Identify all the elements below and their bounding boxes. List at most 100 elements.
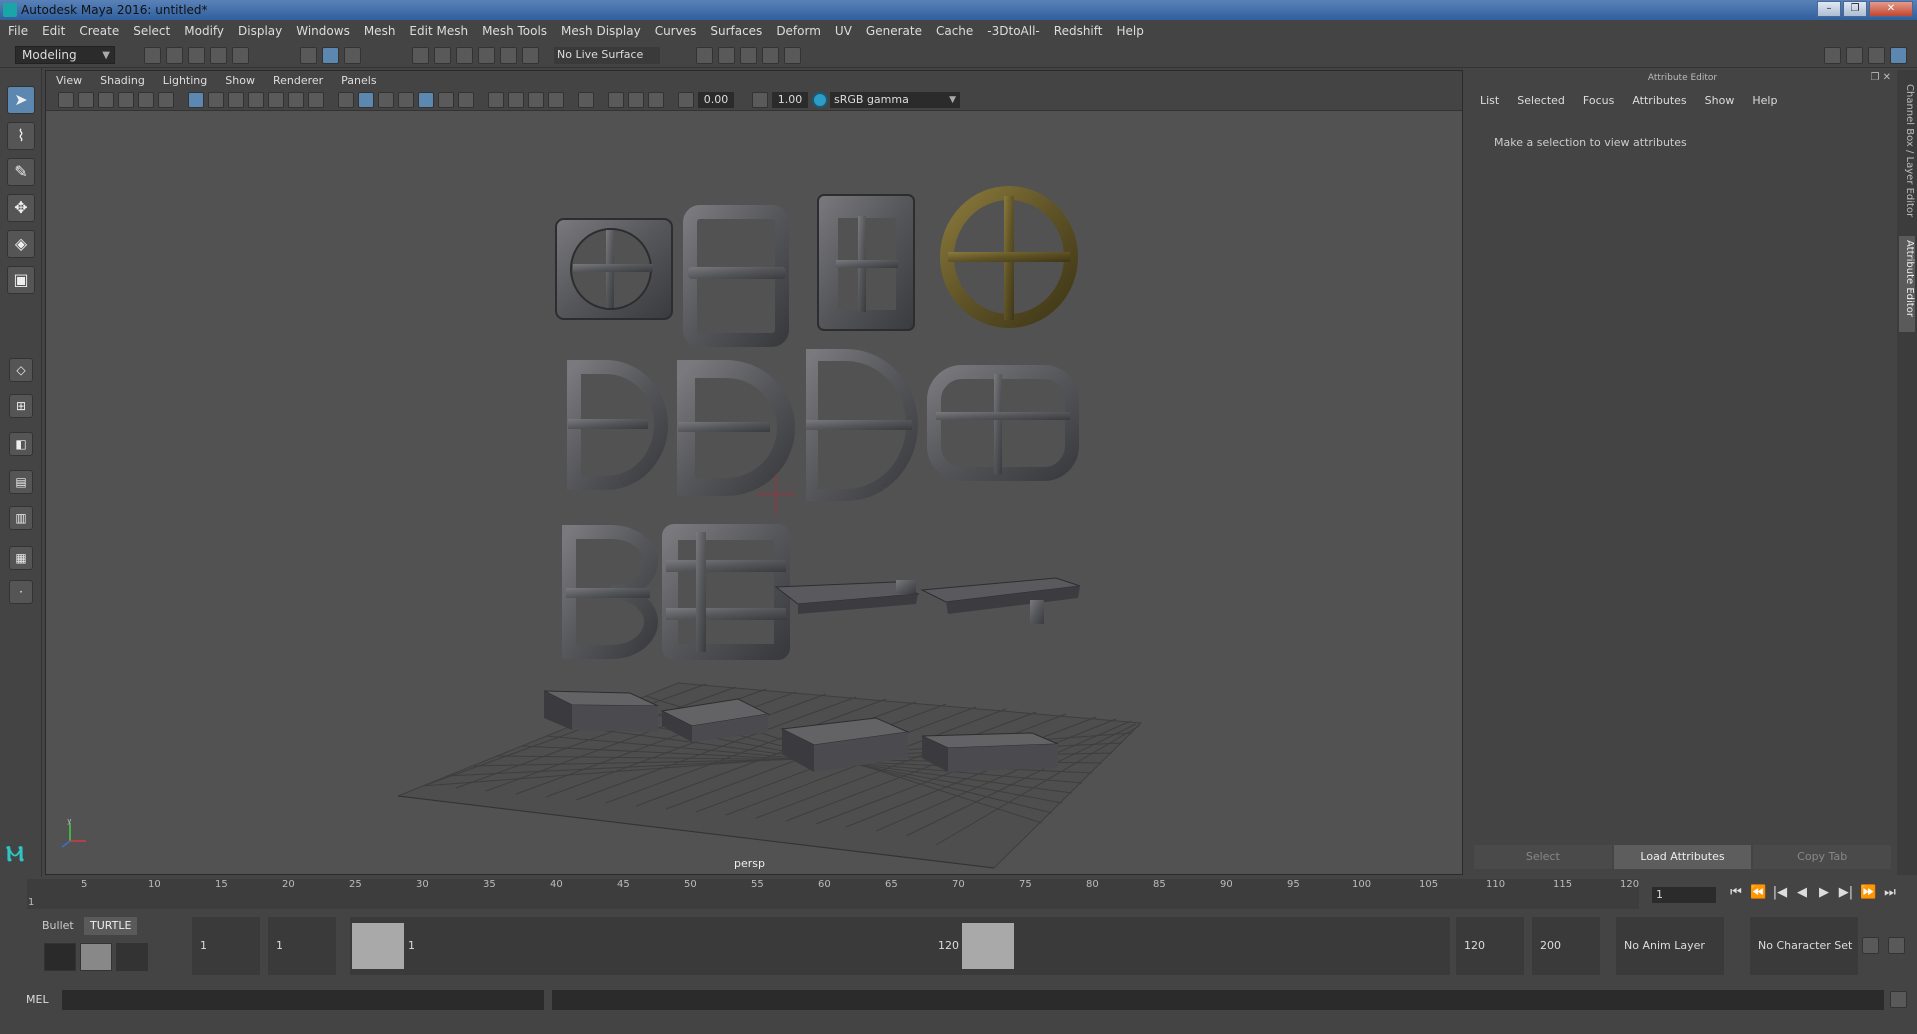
menu-edit[interactable]: Edit: [42, 24, 65, 38]
redo-icon[interactable]: [232, 47, 249, 64]
select-tool-icon[interactable]: ➤: [7, 86, 35, 114]
step-back-key-icon[interactable]: ⏪: [1750, 885, 1766, 900]
depth-of-field-icon[interactable]: [548, 92, 564, 108]
auto-key-icon[interactable]: [1862, 937, 1879, 954]
maximize-button[interactable]: ❐: [1843, 1, 1867, 17]
buckle-plate-box-1[interactable]: [543, 690, 659, 732]
bookmark-icon[interactable]: [98, 92, 114, 108]
grease-pencil-icon[interactable]: [158, 92, 174, 108]
menu-deform[interactable]: Deform: [776, 24, 821, 38]
move-tool-icon[interactable]: ✥: [7, 194, 35, 222]
gate-mask-icon[interactable]: [248, 92, 264, 108]
tool-settings-icon[interactable]: [1868, 47, 1885, 64]
viewport-menu-panels[interactable]: Panels: [341, 74, 376, 87]
snap-vertex-icon[interactable]: [522, 47, 539, 64]
buckle-plate-box-4[interactable]: [921, 732, 1059, 772]
use-all-lights-icon[interactable]: [458, 92, 474, 108]
ae-load-attributes-button[interactable]: Load Attributes: [1613, 845, 1752, 869]
wireframe-icon[interactable]: [338, 92, 354, 108]
snap-point-icon[interactable]: [456, 47, 473, 64]
ae-menu-attributes[interactable]: Attributes: [1632, 94, 1686, 107]
range-slider[interactable]: 1 120: [350, 917, 1450, 975]
viewport-menu-renderer[interactable]: Renderer: [273, 74, 323, 87]
buckle-double-bar[interactable]: [662, 524, 790, 660]
graph-layout-icon[interactable]: ▥: [9, 506, 33, 530]
menu-mesh-tools[interactable]: Mesh Tools: [482, 24, 547, 38]
animation-end-field[interactable]: 200: [1532, 917, 1600, 975]
animation-preferences-icon[interactable]: [1888, 937, 1905, 954]
shelf-tab-bullet[interactable]: Bullet: [36, 917, 80, 935]
ae-select-button[interactable]: Select: [1474, 845, 1612, 869]
buckle-rounded-rect[interactable]: [927, 365, 1079, 481]
menu-3dtoall[interactable]: -3DtoAll-: [987, 24, 1039, 38]
range-end-handle[interactable]: [962, 923, 1014, 969]
film-gate-icon[interactable]: [208, 92, 224, 108]
rotate-tool-icon[interactable]: ◈: [7, 230, 35, 258]
minimize-button[interactable]: –: [1817, 1, 1841, 17]
script-editor-icon[interactable]: [1890, 991, 1907, 1008]
grid-toggle-icon[interactable]: [188, 92, 204, 108]
ae-menu-list[interactable]: List: [1480, 94, 1499, 107]
render-frame-icon[interactable]: [718, 47, 735, 64]
menu-generate[interactable]: Generate: [866, 24, 922, 38]
ae-menu-selected[interactable]: Selected: [1517, 94, 1565, 107]
hypershade-icon[interactable]: [784, 47, 801, 64]
scene-view[interactable]: [46, 112, 1462, 874]
select-hierarchy-icon[interactable]: [300, 47, 317, 64]
buckle-d-medium[interactable]: [677, 360, 795, 496]
two-d-pan-icon[interactable]: [138, 92, 154, 108]
snap-grid-icon[interactable]: [412, 47, 429, 64]
exposure-field[interactable]: 0.00: [698, 92, 734, 108]
shelf-sphere-icon[interactable]: [116, 943, 148, 971]
character-set-select[interactable]: No Character Set: [1750, 917, 1858, 975]
go-to-start-icon[interactable]: ⏮: [1728, 885, 1744, 900]
menu-display[interactable]: Display: [238, 24, 282, 38]
outliner-layout-icon[interactable]: ▤: [9, 470, 33, 494]
playback-start-field[interactable]: 1: [268, 917, 336, 975]
menu-windows[interactable]: Windows: [296, 24, 350, 38]
save-scene-icon[interactable]: [188, 47, 205, 64]
modeling-toolkit-icon[interactable]: [1824, 47, 1841, 64]
command-input[interactable]: [62, 990, 544, 1010]
xray-icon[interactable]: [418, 92, 434, 108]
buckle-square-round[interactable]: [555, 218, 673, 320]
play-forward-icon[interactable]: ▶: [1816, 885, 1832, 900]
ae-menu-show[interactable]: Show: [1705, 94, 1735, 107]
menu-help[interactable]: Help: [1116, 24, 1143, 38]
default-material-icon[interactable]: [378, 92, 394, 108]
command-language-label[interactable]: MEL: [26, 993, 49, 1006]
go-to-end-icon[interactable]: ⏭: [1882, 885, 1898, 900]
menu-cache[interactable]: Cache: [936, 24, 973, 38]
viewport-menu-shading[interactable]: Shading: [100, 74, 145, 87]
shelf-fire-icon[interactable]: [44, 943, 76, 971]
ipr-render-icon[interactable]: [740, 47, 757, 64]
outliner-icon[interactable]: [1846, 47, 1863, 64]
expand-layouts-icon[interactable]: ·: [9, 580, 33, 604]
xray-joints-icon[interactable]: [608, 92, 624, 108]
menu-uv[interactable]: UV: [835, 24, 852, 38]
menu-redshift[interactable]: Redshift: [1054, 24, 1103, 38]
buckle-plate-clip-1[interactable]: [774, 580, 920, 614]
channel-box-icon[interactable]: [1890, 47, 1907, 64]
tab-channel-box[interactable]: Channel Box / Layer Editor: [1899, 80, 1915, 230]
shelf-render-icon[interactable]: [80, 943, 112, 971]
viewport-persp[interactable]: View Shading Lighting Show Renderer Pane…: [45, 70, 1463, 875]
color-management-icon[interactable]: [812, 92, 828, 108]
buckle-d-small[interactable]: [567, 360, 668, 490]
range-start-handle[interactable]: [352, 923, 404, 969]
render-settings-icon[interactable]: [762, 47, 779, 64]
two-panel-layout-icon[interactable]: ◧: [9, 432, 33, 456]
view-transform-select[interactable]: sRGB gamma ▼: [830, 92, 960, 108]
select-component-icon[interactable]: [344, 47, 361, 64]
gamma-icon[interactable]: [752, 92, 768, 108]
ambient-occlusion-icon[interactable]: [508, 92, 524, 108]
ae-copy-tab-button[interactable]: Copy Tab: [1753, 845, 1892, 869]
menu-surfaces[interactable]: Surfaces: [710, 24, 762, 38]
current-frame-field[interactable]: 1: [1652, 887, 1716, 903]
menu-file[interactable]: File: [8, 24, 28, 38]
anim-layer-select[interactable]: No Anim Layer: [1616, 917, 1724, 975]
quad-layout-icon[interactable]: ◇: [9, 358, 33, 382]
time-ruler[interactable]: 1 5 10 15 20 25 30 35 40 45 50 55 60 65 …: [27, 879, 1639, 909]
safe-action-icon[interactable]: [288, 92, 304, 108]
step-forward-key-icon[interactable]: ⏩: [1860, 885, 1876, 900]
